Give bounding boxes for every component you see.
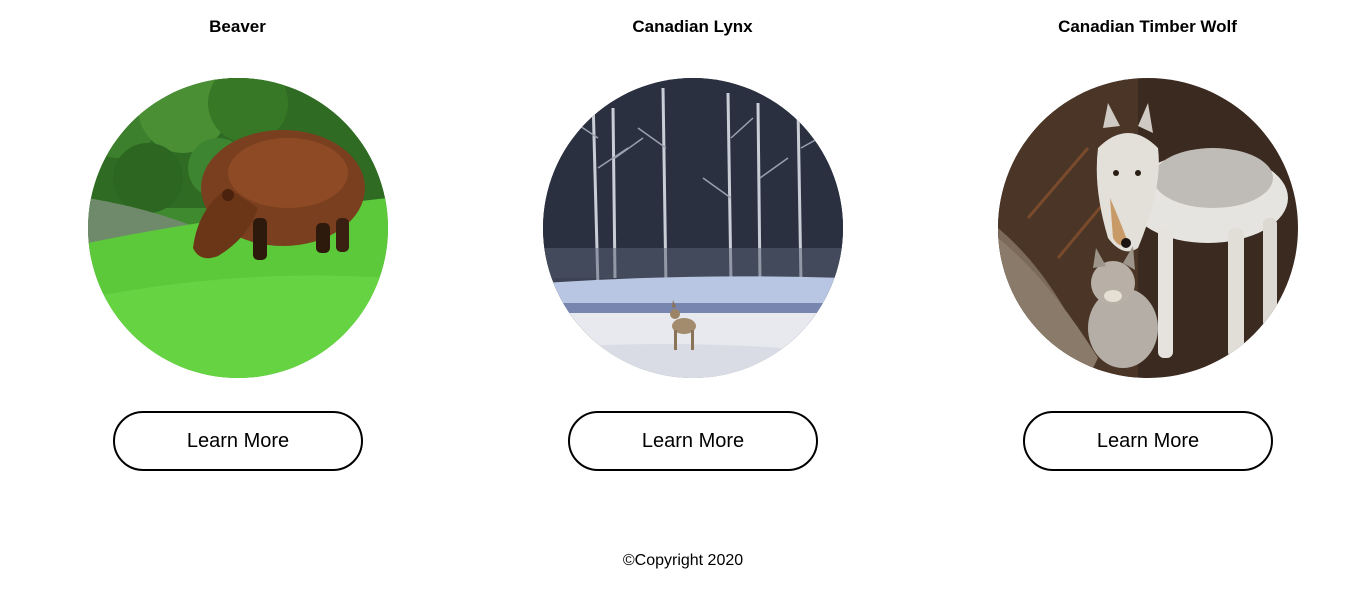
wolf-with-pup-photo: [998, 78, 1298, 378]
learn-more-button[interactable]: Learn More: [113, 411, 363, 471]
learn-more-button[interactable]: Learn More: [1023, 411, 1273, 471]
card-title: Beaver: [209, 17, 266, 36]
animal-card-canadian-lynx: Canadian Lynx Learn More: [465, 0, 920, 500]
page: Beaver Learn More Canadian Lynx Learn Mo…: [0, 0, 1366, 600]
coyote-in-snowy-forest-photo: [543, 78, 843, 378]
learn-more-button[interactable]: Learn More: [568, 411, 818, 471]
capybara-grazing-photo: [88, 78, 388, 378]
card-title: Canadian Timber Wolf: [1058, 17, 1237, 36]
animal-card-beaver: Beaver Learn More: [10, 0, 465, 500]
animal-card-canadian-timber-wolf: Canadian Timber Wolf Learn More: [920, 0, 1366, 500]
footer-copyright: ©Copyright 2020: [622, 552, 744, 569]
card-title: Canadian Lynx: [632, 17, 753, 36]
animal-cards: Beaver Learn More Canadian Lynx Learn Mo…: [0, 0, 1366, 500]
